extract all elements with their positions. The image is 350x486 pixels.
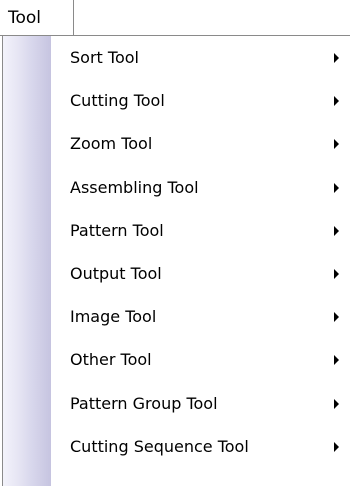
chevron-right-icon	[334, 225, 339, 236]
chevron-right-icon	[334, 355, 339, 366]
chevron-right-icon	[334, 139, 339, 150]
menu-item-label: Pattern Tool	[70, 220, 164, 240]
menu-item-label: Cutting Tool	[70, 91, 165, 111]
menu-item-sort-tool[interactable]: Sort Tool	[3, 36, 349, 79]
menu-item-label: Sort Tool	[70, 48, 139, 67]
menu-item-zoom-tool[interactable]: Zoom Tool	[3, 122, 349, 165]
chevron-right-icon	[334, 182, 339, 193]
menu-item-cutting-tool[interactable]: Cutting Tool	[3, 79, 349, 122]
menu-item-cutting-sequence-tool[interactable]: Cutting Sequence Tool	[3, 425, 349, 468]
menu-item-label: Zoom Tool	[70, 134, 153, 154]
menu-item-assembling-tool[interactable]: Assembling Tool	[3, 166, 349, 209]
app-screen: Tool Sort Tool Cutting Tool Zoom Tool As…	[0, 0, 350, 486]
menu-item-label: Image Tool	[70, 307, 157, 327]
menu-item-output-tool[interactable]: Output Tool	[3, 252, 349, 295]
menu-item-label: Pattern Group Tool	[70, 393, 218, 413]
menu-items: Sort Tool Cutting Tool Zoom Tool Assembl…	[3, 36, 349, 468]
menu-item-label: Output Tool	[70, 263, 162, 283]
menu-item-other-tool[interactable]: Other Tool	[3, 338, 349, 381]
menu-item-pattern-tool[interactable]: Pattern Tool	[3, 209, 349, 252]
menu-item-pattern-group-tool[interactable]: Pattern Group Tool	[3, 382, 349, 425]
chevron-right-icon	[334, 312, 339, 323]
menu-item-label: Cutting Sequence Tool	[70, 436, 249, 456]
menu-tool[interactable]: Tool	[0, 0, 74, 36]
chevron-right-icon	[334, 441, 339, 452]
chevron-right-icon	[334, 96, 339, 107]
tool-dropdown-menu: Sort Tool Cutting Tool Zoom Tool Assembl…	[2, 36, 350, 486]
menu-item-label: Other Tool	[70, 350, 152, 370]
menu-item-image-tool[interactable]: Image Tool	[3, 295, 349, 338]
menu-item-label: Assembling Tool	[70, 177, 199, 197]
chevron-right-icon	[334, 53, 339, 63]
chevron-right-icon	[334, 398, 339, 409]
chevron-right-icon	[334, 268, 339, 279]
